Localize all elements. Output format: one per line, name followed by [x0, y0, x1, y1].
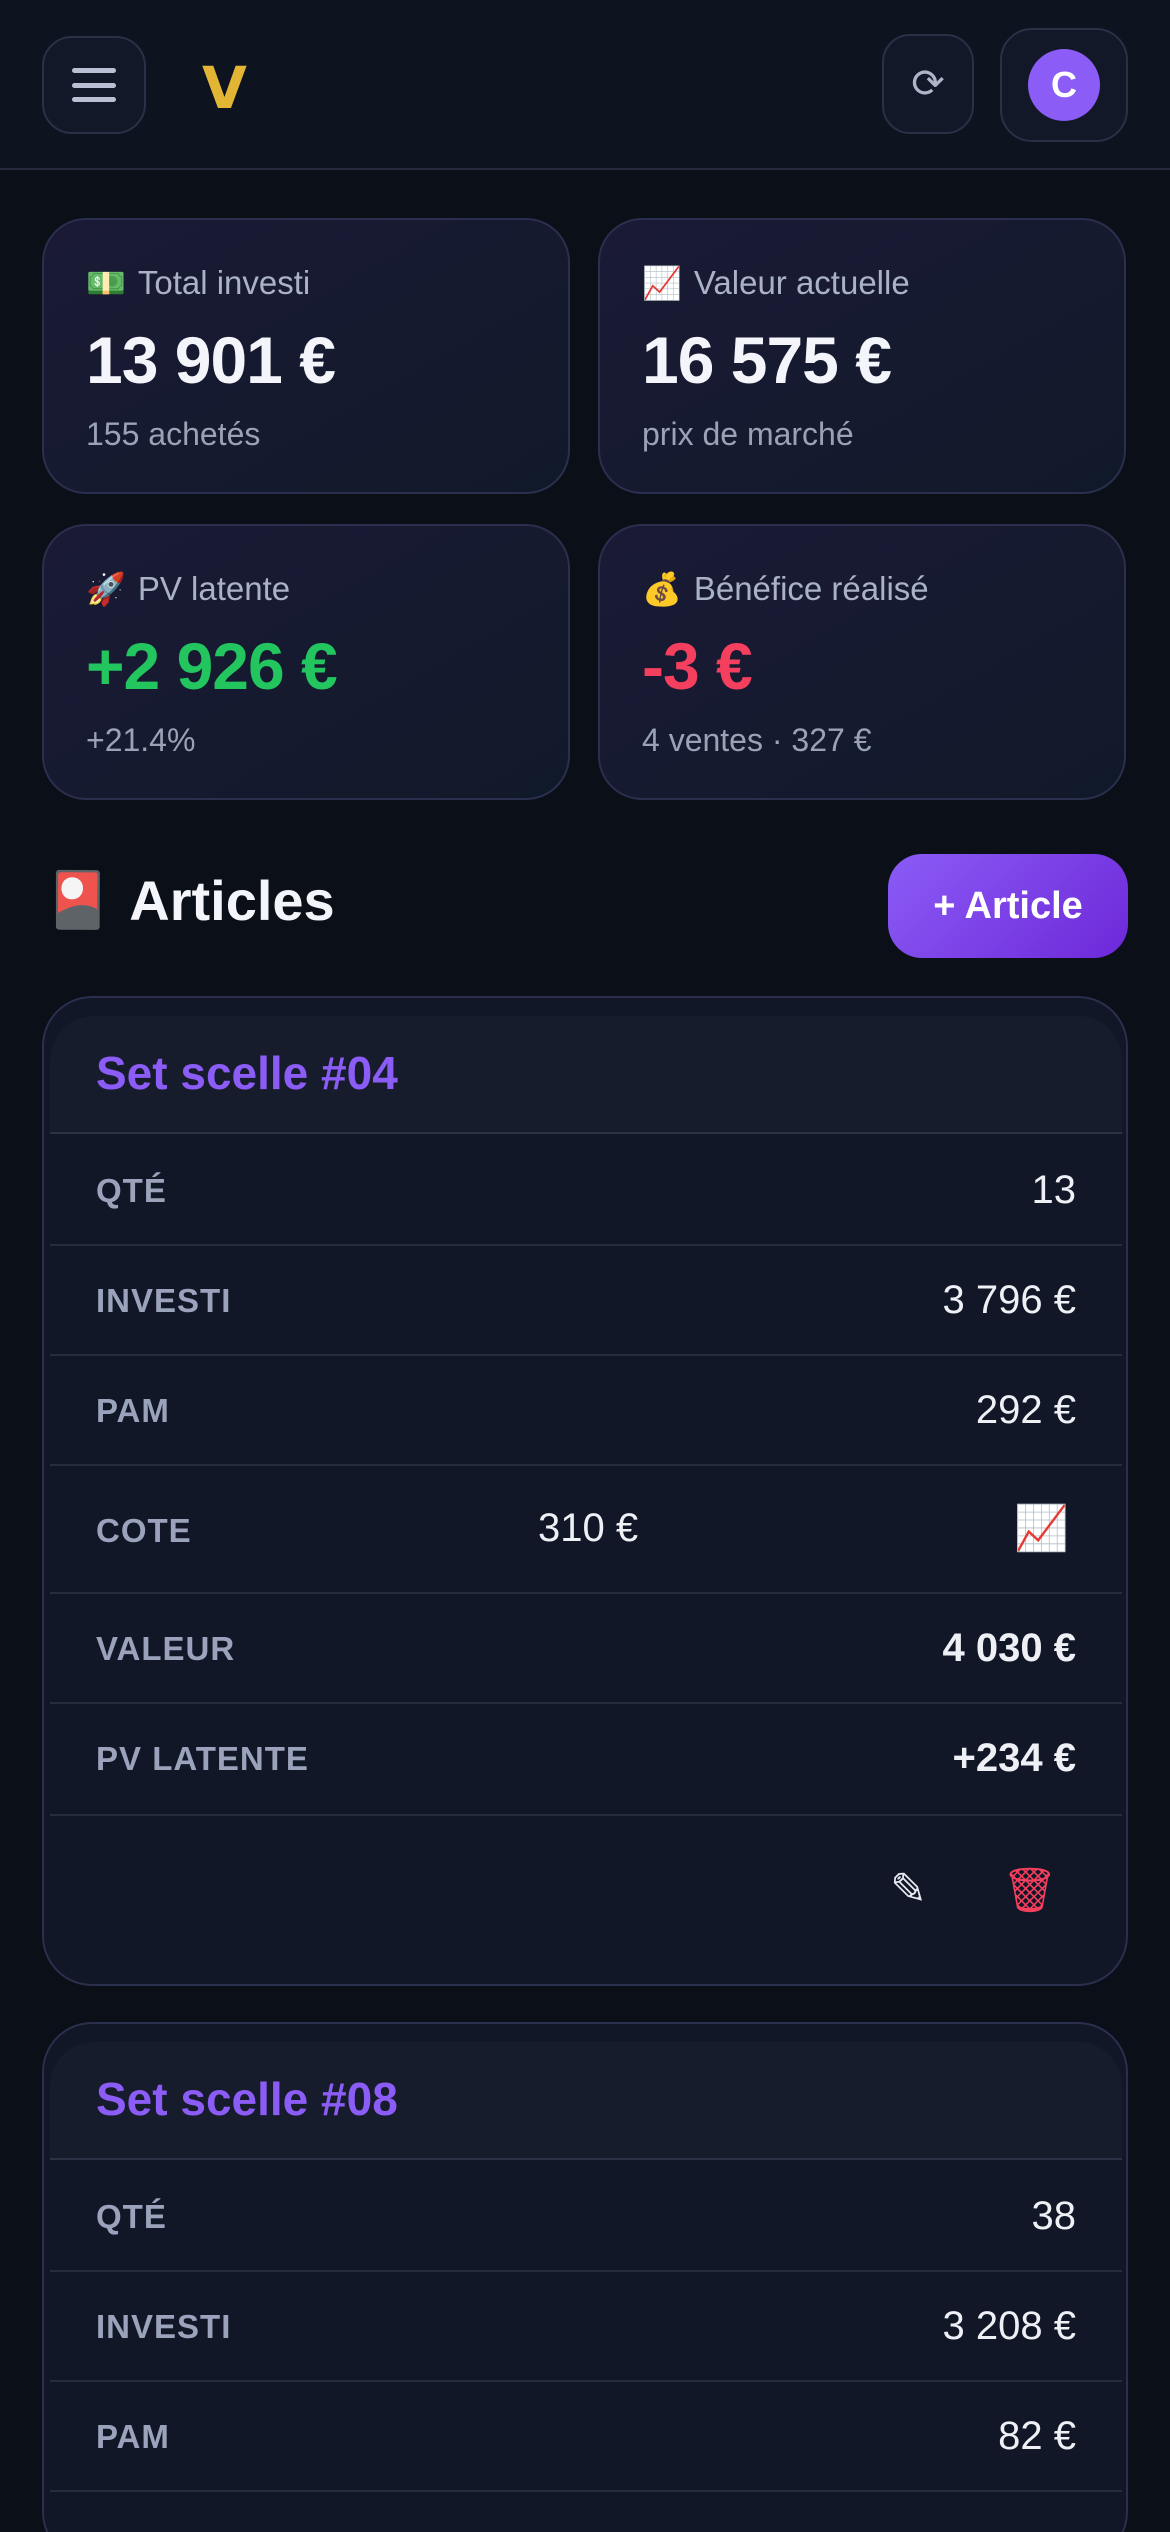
row-label: INVESTI	[96, 1282, 232, 1319]
stat-label: Total investi	[137, 264, 311, 301]
app-page: V ⟳ C 💵 Total investi 13 901 € 155 achet…	[0, 0, 1170, 2532]
avatar: C	[1028, 49, 1100, 121]
row-label: QTÉ	[96, 1172, 167, 1209]
article-card: Set scelle #04 QTÉ 13 INVESTI 3 796 € PA…	[42, 996, 1128, 1986]
profile-button[interactable]: C	[1000, 28, 1128, 142]
row-label: VALEUR	[96, 1630, 236, 1667]
money-bag-icon: 💰	[642, 571, 682, 607]
article-row-pam: PAM 82 €	[50, 2382, 1122, 2492]
article-actions: ✎ 🗑	[50, 1816, 1122, 1966]
row-value: 310 €	[538, 1506, 639, 1550]
row-label: INVESTI	[96, 2308, 232, 2345]
article-title: Set scelle #04	[96, 1047, 398, 1099]
stat-value: 13 901 €	[86, 323, 336, 397]
article-row-investi: INVESTI 3 796 €	[50, 1246, 1122, 1356]
row-value: 82 €	[998, 2414, 1076, 2458]
article-row-investi: INVESTI 3 208 €	[50, 2272, 1122, 2382]
money-icon: 💵	[86, 265, 126, 301]
refresh-button[interactable]: ⟳	[882, 34, 974, 134]
article-row-qte: QTÉ 38	[50, 2162, 1122, 2272]
row-value: 13	[1031, 1168, 1077, 1212]
article-row-pam: PAM 292 €	[50, 1356, 1122, 1466]
chart-up-icon: 📈	[642, 265, 682, 301]
row-label: QTÉ	[96, 2198, 167, 2235]
refresh-icon: ⟳	[911, 62, 945, 106]
stat-subtext: 4 ventes · 327 €	[642, 722, 872, 758]
article-row-qte: QTÉ 13	[50, 1136, 1122, 1246]
top-bar: V ⟳ C	[0, 0, 1170, 170]
stat-subtext: prix de marché	[642, 416, 854, 452]
row-label: PAM	[96, 1392, 170, 1429]
stat-value: -3 €	[642, 629, 753, 703]
stat-card-total-investi: 💵 Total investi 13 901 € 155 achetés	[42, 218, 570, 494]
rocket-icon: 🚀	[86, 571, 126, 607]
article-card-header: Set scelle #08	[50, 2042, 1122, 2160]
row-value: 4 030 €	[942, 1626, 1076, 1670]
article-row-cote: COTE 310 € 📈	[50, 1466, 1122, 1594]
edit-icon[interactable]: ✎	[890, 1864, 927, 1915]
menu-button[interactable]	[42, 36, 146, 134]
card-icon: 🎴	[44, 870, 112, 930]
row-value: 3 796 €	[942, 1278, 1076, 1322]
hamburger-icon	[72, 68, 116, 102]
stat-value: 16 575 €	[642, 323, 892, 397]
article-row-valeur: VALEUR 4 030 €	[50, 1594, 1122, 1704]
stat-card-valeur-actuelle: 📈 Valeur actuelle 16 575 € prix de march…	[598, 218, 1126, 494]
article-card: Set scelle #08 QTÉ 38 INVESTI 3 208 € PA…	[42, 2022, 1128, 2532]
row-value: +234 €	[952, 1736, 1076, 1780]
stat-label: PV latente	[137, 570, 291, 607]
row-value: 292 €	[975, 1388, 1076, 1432]
row-value: 38	[1031, 2194, 1077, 2238]
section-title: 🎴 Articles	[44, 868, 335, 933]
row-label: COTE	[96, 1512, 192, 1549]
add-article-button[interactable]: + Article	[888, 854, 1128, 958]
stat-label: Bénéfice réalisé	[693, 570, 929, 607]
section-title-text: Articles	[129, 869, 335, 932]
stat-card-benefice-realise: 💰 Bénéfice réalisé -3 € 4 ventes · 327 €	[598, 524, 1126, 800]
article-row-pv-latente: PV LATENTE +234 €	[50, 1704, 1122, 1816]
row-label: PAM	[96, 2418, 170, 2455]
delete-icon[interactable]: 🗑	[1002, 1864, 1058, 1916]
stat-card-pv-latente: 🚀 PV latente +2 926 € +21.4%	[42, 524, 570, 800]
stat-label: Valeur actuelle	[693, 264, 910, 301]
article-title: Set scelle #08	[96, 2073, 398, 2125]
article-card-header: Set scelle #04	[50, 1016, 1122, 1134]
price-chart-icon[interactable]: 📈	[1014, 1502, 1069, 1554]
row-value: 3 208 €	[942, 2304, 1076, 2348]
app-logo[interactable]: V	[202, 54, 247, 122]
row-label: PV LATENTE	[96, 1740, 309, 1777]
stat-value: +2 926 €	[86, 629, 338, 703]
stat-subtext: +21.4%	[86, 722, 196, 758]
stat-subtext: 155 achetés	[86, 416, 261, 452]
